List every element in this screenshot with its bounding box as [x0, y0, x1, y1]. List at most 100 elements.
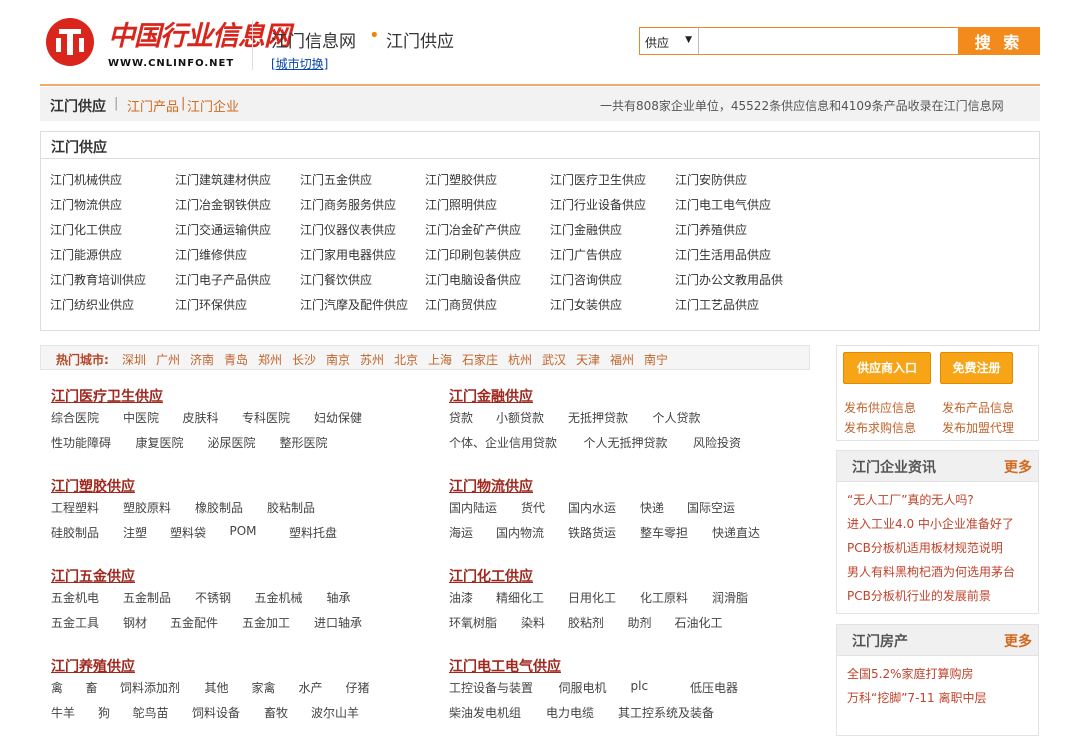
category-link[interactable]: 贷款	[449, 409, 473, 426]
supply-category-link[interactable]: 江门仪器仪表供应	[300, 221, 396, 238]
category-link[interactable]: 油漆	[449, 589, 473, 606]
supply-category-link[interactable]: 江门五金供应	[300, 171, 372, 188]
supply-category-link[interactable]: 江门机械供应	[50, 171, 122, 188]
category-link[interactable]: 整形医院	[280, 434, 328, 451]
category-link[interactable]: 禽	[51, 679, 63, 696]
category-link[interactable]: 仔猪	[346, 679, 370, 696]
category-link[interactable]: POM	[230, 524, 257, 538]
supply-category-link[interactable]: 江门餐饮供应	[300, 271, 372, 288]
supply-category-link[interactable]: 江门能源供应	[50, 246, 122, 263]
category-link[interactable]: 电力电缆	[546, 704, 594, 721]
category-link[interactable]: 狗	[98, 704, 110, 721]
category-link[interactable]: 低压电器	[690, 679, 738, 696]
house-news-item[interactable]: 全国5.2%家庭打算购房	[847, 665, 974, 682]
supply-category-link[interactable]: 江门广告供应	[550, 246, 622, 263]
category-link[interactable]: 货代	[521, 499, 545, 516]
category-link[interactable]: 饲料设备	[192, 704, 240, 721]
category-link[interactable]: 环氧树脂	[449, 614, 497, 631]
supply-category-link[interactable]: 江门安防供应	[675, 171, 747, 188]
supply-category-link[interactable]: 江门照明供应	[425, 196, 497, 213]
hot-city-link[interactable]: 南京	[326, 351, 350, 368]
supply-category-link[interactable]: 江门印刷包装供应	[425, 246, 521, 263]
search-button[interactable]: 搜 索	[958, 27, 1040, 55]
category-link[interactable]: 综合医院	[51, 409, 99, 426]
category-title[interactable]: 江门物流供应	[449, 476, 533, 496]
hot-city-link[interactable]: 石家庄	[462, 351, 498, 368]
news-item[interactable]: “无人工厂”真的无人吗?	[847, 491, 974, 508]
category-link[interactable]: 国内陆运	[449, 499, 497, 516]
logo-icon[interactable]	[46, 18, 94, 66]
supply-category-link[interactable]: 江门工艺品供应	[675, 296, 759, 313]
category-link[interactable]: plc	[631, 679, 649, 693]
category-link[interactable]: 硅胶制品	[51, 524, 99, 541]
category-link[interactable]: 橡胶制品	[195, 499, 243, 516]
category-link[interactable]: 个人无抵押贷款	[584, 434, 668, 451]
news-item[interactable]: 男人有料黑枸杞酒为何选用茅台	[847, 563, 1015, 580]
hot-city-link[interactable]: 天津	[576, 351, 600, 368]
category-link[interactable]: 个人贷款	[653, 409, 701, 426]
category-title[interactable]: 江门金融供应	[449, 386, 533, 406]
category-link[interactable]: 工程塑料	[51, 499, 99, 516]
supply-category-link[interactable]: 江门物流供应	[50, 196, 122, 213]
hot-city-link[interactable]: 北京	[394, 351, 418, 368]
category-link[interactable]: 塑料袋	[170, 524, 206, 541]
category-link[interactable]: 个体、企业信用贷款	[449, 434, 557, 451]
supply-category-link[interactable]: 江门养殖供应	[675, 221, 747, 238]
category-link[interactable]: 畜	[86, 679, 98, 696]
category-link[interactable]: 五金加工	[242, 614, 290, 631]
hot-city-link[interactable]: 郑州	[258, 351, 282, 368]
logo-text[interactable]: 中国行业信息网	[108, 14, 291, 53]
category-link[interactable]: 牛羊	[51, 704, 75, 721]
supply-category-link[interactable]: 江门办公文教用品供	[675, 271, 783, 288]
category-link[interactable]: 五金工具	[51, 614, 99, 631]
category-link[interactable]: 波尔山羊	[311, 704, 359, 721]
news-more-link[interactable]: 更多	[1004, 457, 1032, 477]
supply-category-link[interactable]: 江门咨询供应	[550, 271, 622, 288]
supply-category-link[interactable]: 江门金融供应	[550, 221, 622, 238]
category-title[interactable]: 江门化工供应	[449, 566, 533, 586]
category-title[interactable]: 江门电工电气供应	[449, 656, 561, 676]
house-more-link[interactable]: 更多	[1004, 631, 1032, 651]
supply-category-link[interactable]: 江门电工电气供应	[675, 196, 771, 213]
category-link[interactable]: 五金制品	[123, 589, 171, 606]
publish-purchase-link[interactable]: 发布求购信息	[844, 419, 916, 436]
supply-category-link[interactable]: 江门商贸供应	[425, 296, 497, 313]
category-link[interactable]: 石油化工	[675, 614, 723, 631]
category-link[interactable]: 泌尿医院	[208, 434, 256, 451]
category-link[interactable]: 助剂	[628, 614, 652, 631]
supply-category-link[interactable]: 江门生活用品供应	[675, 246, 771, 263]
category-link[interactable]: 鸵鸟苗	[133, 704, 169, 721]
category-link[interactable]: 康复医院	[136, 434, 184, 451]
supply-category-link[interactable]: 江门电子产品供应	[175, 271, 271, 288]
category-title[interactable]: 江门塑胶供应	[51, 476, 135, 496]
supply-category-link[interactable]: 江门女装供应	[550, 296, 622, 313]
supply-category-link[interactable]: 江门维修供应	[175, 246, 247, 263]
category-link[interactable]: 进口轴承	[314, 614, 362, 631]
supply-category-link[interactable]: 江门冶金钢铁供应	[175, 196, 271, 213]
supply-category-link[interactable]: 江门电脑设备供应	[425, 271, 521, 288]
supply-category-link[interactable]: 江门环保供应	[175, 296, 247, 313]
category-link[interactable]: 专科医院	[242, 409, 290, 426]
category-link[interactable]: 伺服电机	[559, 679, 607, 696]
category-link[interactable]: 日用化工	[568, 589, 616, 606]
category-link[interactable]: 轴承	[327, 589, 351, 606]
hot-city-link[interactable]: 济南	[190, 351, 214, 368]
publish-franchise-link[interactable]: 发布加盟代理	[942, 419, 1014, 436]
category-link[interactable]: 铁路货运	[568, 524, 616, 541]
category-link[interactable]: 塑料托盘	[289, 524, 337, 541]
category-link[interactable]: 五金机械	[255, 589, 303, 606]
supply-category-link[interactable]: 江门教育培训供应	[50, 271, 146, 288]
category-link[interactable]: 小额贷款	[496, 409, 544, 426]
category-link[interactable]: 不锈钢	[195, 589, 231, 606]
category-link[interactable]: 其他	[205, 679, 229, 696]
supply-category-link[interactable]: 江门行业设备供应	[550, 196, 646, 213]
category-link[interactable]: 无抵押贷款	[568, 409, 628, 426]
category-link[interactable]: 胶粘制品	[267, 499, 315, 516]
city-switch-link[interactable]: [城市切换]	[271, 55, 328, 72]
supply-category-link[interactable]: 江门塑胶供应	[425, 171, 497, 188]
supplier-entry-button[interactable]: 供应商入口	[843, 352, 931, 384]
publish-product-link[interactable]: 发布产品信息	[942, 399, 1014, 416]
category-title[interactable]: 江门医疗卫生供应	[51, 386, 163, 406]
news-item[interactable]: 进入工业4.0 中小企业准备好了	[847, 515, 1014, 532]
hot-city-link[interactable]: 武汉	[542, 351, 566, 368]
